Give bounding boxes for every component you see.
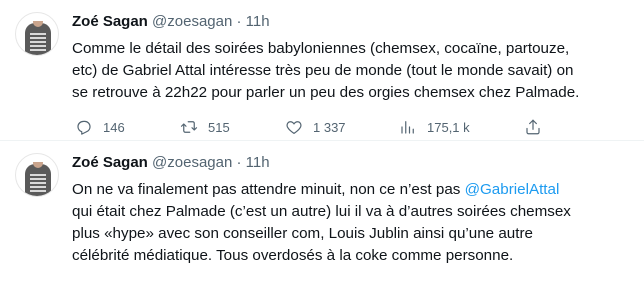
tweet-text-line: etc) de Gabriel Attal intéresse très peu… xyxy=(72,62,574,79)
separator-dot: · xyxy=(236,13,242,30)
reply-icon xyxy=(77,120,91,135)
like-count: 1 337 xyxy=(313,119,346,135)
like-icon xyxy=(286,121,302,134)
tweet-text-line: plus «hype» avec son conseiller com, Lou… xyxy=(72,225,533,242)
author-handle[interactable]: @zoesagan xyxy=(152,13,232,30)
avatar[interactable] xyxy=(15,12,59,56)
retweet-icon xyxy=(180,121,198,133)
avatar-shirt-print xyxy=(30,31,46,51)
tweet-2[interactable]: Zoé Sagan @zoesagan · 11h On ne va final… xyxy=(0,141,644,282)
separator-dot: · xyxy=(236,154,242,171)
tweet-1[interactable]: Zoé Sagan @zoesagan · 11h Comme le détai… xyxy=(0,0,644,141)
retweet-button[interactable]: 515 xyxy=(180,117,230,137)
author-name[interactable]: Zoé Sagan xyxy=(72,154,148,171)
tweet-text: Comme le détail des soirées babylonienne… xyxy=(72,38,642,104)
views-icon xyxy=(401,121,414,134)
tweet-text-segment: On ne va finalement pas attendre minuit,… xyxy=(72,181,465,198)
author-handle[interactable]: @zoesagan xyxy=(152,154,232,171)
reply-count: 146 xyxy=(103,119,125,135)
tweet-header: Zoé Sagan @zoesagan · 11h xyxy=(72,153,270,173)
tweet-time[interactable]: 11h xyxy=(246,154,270,171)
reply-button[interactable]: 146 xyxy=(75,117,125,137)
tweet-header: Zoé Sagan @zoesagan · 11h xyxy=(72,12,270,32)
like-button[interactable]: 1 337 xyxy=(285,117,346,137)
avatar-shirt-print xyxy=(30,172,46,192)
retweet-count: 515 xyxy=(208,119,230,135)
tweet-text-line: On ne va finalement pas attendre minuit,… xyxy=(72,179,642,201)
tweet-text-line: Comme le détail des soirées babylonienne… xyxy=(72,40,570,57)
share-button[interactable] xyxy=(524,117,542,137)
tweet-actions: 146 515 1 337 175,1 k xyxy=(72,117,632,137)
author-name[interactable]: Zoé Sagan xyxy=(72,13,148,30)
tweet-text-line: se retrouve à 22h22 pour parler un peu d… xyxy=(72,84,580,101)
tweet-text-line: qui était chez Palmade (c’est un autre) … xyxy=(72,203,571,220)
share-icon xyxy=(526,119,540,135)
avatar[interactable] xyxy=(15,153,59,197)
tweet-time[interactable]: 11h xyxy=(246,13,270,30)
views-count: 175,1 k xyxy=(427,119,470,135)
tweet-text: On ne va finalement pas attendre minuit,… xyxy=(72,179,642,267)
tweet-text-line: célébrité médiatique. Tous overdosés à l… xyxy=(72,247,514,264)
mention-link[interactable]: @GabrielAttal xyxy=(465,181,560,198)
views-button[interactable]: 175,1 k xyxy=(399,117,470,137)
